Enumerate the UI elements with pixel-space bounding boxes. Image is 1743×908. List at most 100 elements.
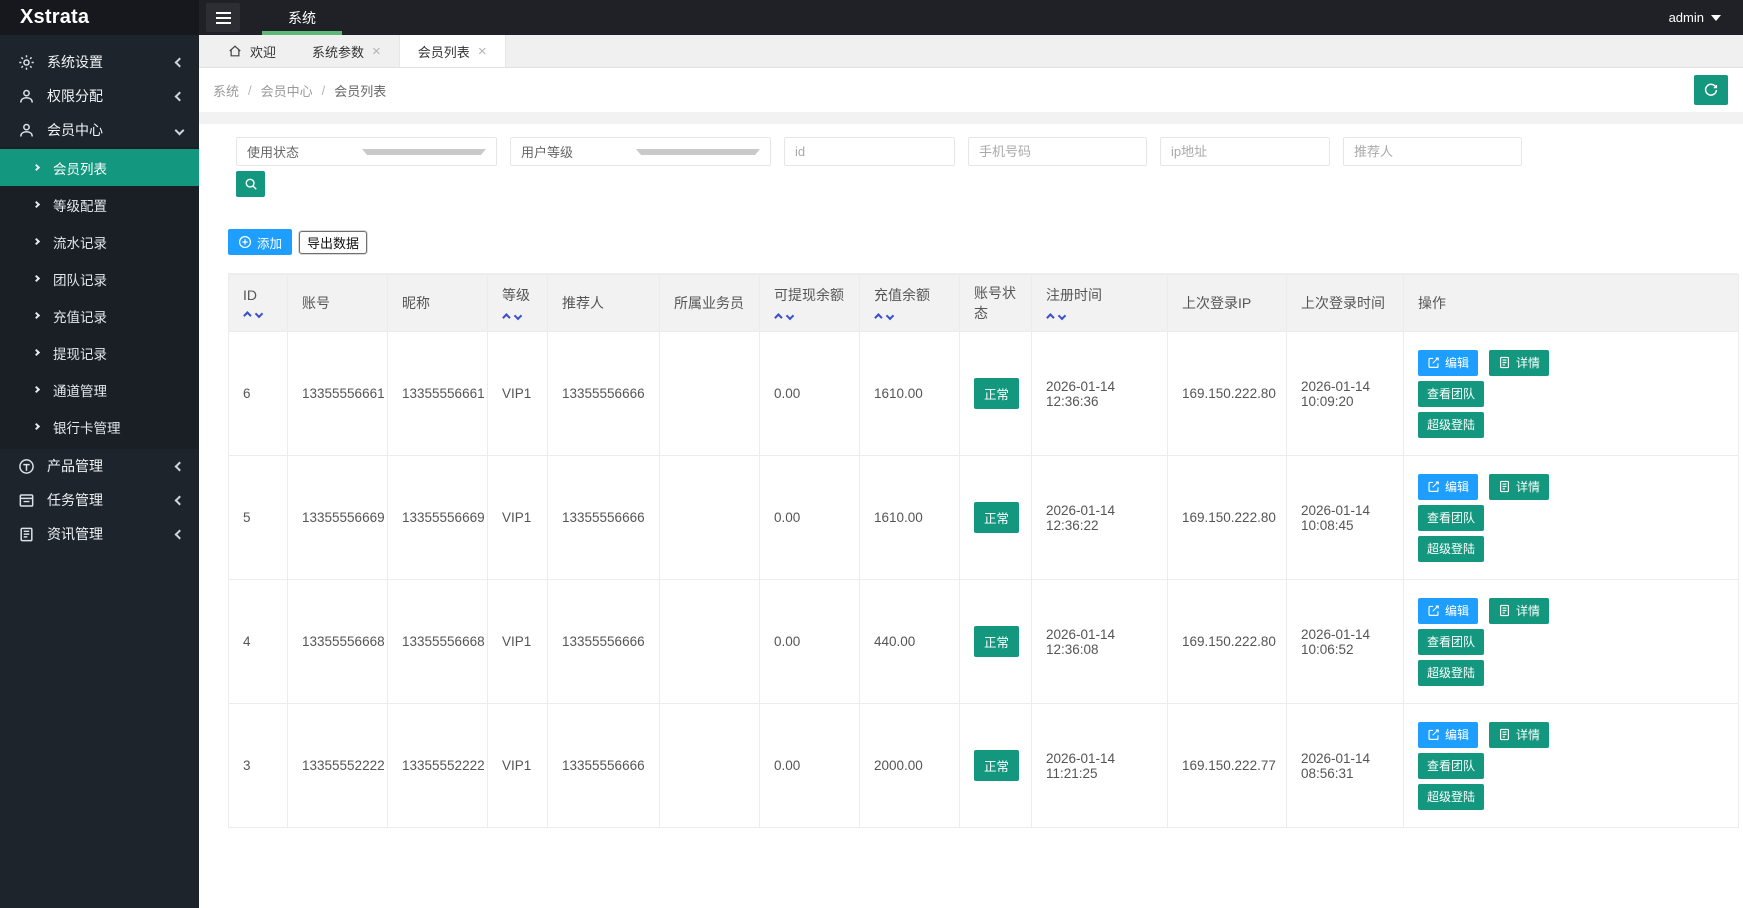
sidebar-item-member-center[interactable]: 会员中心 xyxy=(0,113,199,147)
cell-last-ip: 169.150.222.80 xyxy=(1168,580,1287,704)
sidebar-item-news-mgmt[interactable]: 资讯管理 xyxy=(0,517,199,551)
active-nav-underline xyxy=(262,31,342,35)
sidebar-subitem-flow-records[interactable]: 流水记录 xyxy=(0,223,199,260)
detail-button-label: 详情 xyxy=(1516,354,1540,371)
detail-button[interactable]: 详情 xyxy=(1489,598,1549,624)
close-icon[interactable]: × xyxy=(478,44,487,59)
topnav-item-system[interactable]: 系统 xyxy=(262,0,342,35)
view-team-button[interactable]: 查看团队 xyxy=(1418,753,1484,779)
brand-logo: Xstrata xyxy=(0,0,199,35)
cell-status: 正常 xyxy=(960,704,1032,828)
edit-button[interactable]: 编辑 xyxy=(1418,474,1478,500)
sidebar-subitem-label: 银行卡管理 xyxy=(53,417,121,437)
chevron-down-icon xyxy=(362,149,487,155)
col-header-referrer: 推荐人 xyxy=(548,275,660,332)
cell-account: 13355556661 xyxy=(288,332,388,456)
chevron-right-icon xyxy=(33,164,40,171)
view-team-button[interactable]: 查看团队 xyxy=(1418,505,1484,531)
status-badge: 正常 xyxy=(974,502,1019,533)
sidebar-subitem-bankcard-mgmt[interactable]: 银行卡管理 xyxy=(0,408,199,445)
refresh-button[interactable] xyxy=(1694,75,1728,105)
chevron-down-icon xyxy=(636,149,761,155)
main-area: 系统 admin 欢迎 系统参数 × xyxy=(199,0,1743,908)
username-label: admin xyxy=(1669,10,1704,25)
view-team-button[interactable]: 查看团队 xyxy=(1418,381,1484,407)
tab-system-params[interactable]: 系统参数 × xyxy=(294,35,399,67)
edit-button[interactable]: 编辑 xyxy=(1418,722,1478,748)
sidebar-item-task-mgmt[interactable]: 任务管理 xyxy=(0,483,199,517)
sort-asc-icon[interactable] xyxy=(502,313,510,321)
col-header-last-ip: 上次登录IP xyxy=(1168,275,1287,332)
phone-input[interactable] xyxy=(968,137,1147,166)
sidebar-item-label: 系统设置 xyxy=(47,52,176,72)
detail-button[interactable]: 详情 xyxy=(1489,722,1549,748)
sidebar-toggle-button[interactable] xyxy=(206,3,240,32)
close-icon[interactable]: × xyxy=(372,44,381,59)
cell-status: 正常 xyxy=(960,332,1032,456)
detail-button[interactable]: 详情 xyxy=(1489,350,1549,376)
breadcrumb-item: 会员中心 xyxy=(261,81,313,100)
sort-desc-icon[interactable] xyxy=(786,312,794,320)
sidebar-item-product-mgmt[interactable]: 产品管理 xyxy=(0,449,199,483)
chevron-right-icon xyxy=(33,312,40,319)
search-button[interactable] xyxy=(236,171,265,197)
sidebar-subitem-level-config[interactable]: 等级配置 xyxy=(0,186,199,223)
sidebar-subitem-label: 团队记录 xyxy=(53,269,107,289)
referrer-input[interactable] xyxy=(1343,137,1522,166)
tab-member-list[interactable]: 会员列表 × xyxy=(399,35,506,67)
sidebar-item-label: 会员中心 xyxy=(47,120,176,140)
edit-button[interactable]: 编辑 xyxy=(1418,598,1478,624)
ip-input[interactable] xyxy=(1160,137,1330,166)
col-header-nickname: 昵称 xyxy=(388,275,488,332)
detail-button-label: 详情 xyxy=(1516,726,1540,743)
sidebar-item-permission-assign[interactable]: 权限分配 xyxy=(0,79,199,113)
sidebar-subitem-member-list[interactable]: 会员列表 xyxy=(0,149,199,186)
content-divider xyxy=(199,112,1743,124)
detail-button[interactable]: 详情 xyxy=(1489,474,1549,500)
cell-id: 6 xyxy=(229,332,288,456)
sort-desc-icon[interactable] xyxy=(514,312,522,320)
sort-desc-icon[interactable] xyxy=(886,312,894,320)
cell-nickname: 13355556669 xyxy=(388,456,488,580)
sidebar-item-system-settings[interactable]: 系统设置 xyxy=(0,45,199,79)
sidebar-subitem-channel-mgmt[interactable]: 通道管理 xyxy=(0,371,199,408)
cell-withdrawable: 0.00 xyxy=(760,456,860,580)
tab-label: 欢迎 xyxy=(250,42,276,61)
cell-recharge: 440.00 xyxy=(860,580,960,704)
super-login-button[interactable]: 超级登陆 xyxy=(1418,412,1484,438)
id-input[interactable] xyxy=(784,137,955,166)
cell-level: VIP1 xyxy=(488,580,548,704)
sort-asc-icon[interactable] xyxy=(874,313,882,321)
cell-salesman xyxy=(660,580,760,704)
cell-level: VIP1 xyxy=(488,704,548,828)
super-login-button[interactable]: 超级登陆 xyxy=(1418,660,1484,686)
super-login-button[interactable]: 超级登陆 xyxy=(1418,784,1484,810)
super-login-button[interactable]: 超级登陆 xyxy=(1418,536,1484,562)
sidebar-subitem-withdraw-records[interactable]: 提现记录 xyxy=(0,334,199,371)
status-select[interactable]: 使用状态 xyxy=(236,137,497,166)
sort-asc-icon[interactable] xyxy=(774,313,782,321)
sidebar-item-label: 任务管理 xyxy=(47,490,176,510)
export-data-button[interactable]: 导出数据 xyxy=(299,231,367,254)
view-team-button[interactable]: 查看团队 xyxy=(1418,629,1484,655)
sort-desc-icon[interactable] xyxy=(255,310,263,318)
tab-welcome[interactable]: 欢迎 xyxy=(210,35,294,67)
breadcrumb-separator: / xyxy=(248,83,252,98)
sidebar-subitem-recharge-records[interactable]: 充值记录 xyxy=(0,297,199,334)
sort-asc-icon[interactable] xyxy=(1046,313,1054,321)
cell-referrer: 13355556666 xyxy=(548,332,660,456)
cell-reg-time: 2026-01-14 12:36:08 xyxy=(1032,580,1168,704)
col-header-reg-time: 注册时间 xyxy=(1032,275,1168,332)
level-select[interactable]: 用户等级 xyxy=(510,137,771,166)
top-bar: 系统 admin xyxy=(199,0,1743,35)
sort-asc-icon[interactable] xyxy=(243,311,251,319)
user-menu[interactable]: admin xyxy=(1669,10,1743,25)
add-button[interactable]: 添加 xyxy=(228,229,292,255)
sort-desc-icon[interactable] xyxy=(1058,312,1066,320)
sidebar-subitem-label: 等级配置 xyxy=(53,195,107,215)
cell-account: 13355556669 xyxy=(288,456,388,580)
edit-button[interactable]: 编辑 xyxy=(1418,350,1478,376)
cell-actions: 编辑 详情 查看团队 超级登陆 xyxy=(1404,332,1739,456)
tab-label: 系统参数 xyxy=(312,42,364,61)
sidebar-subitem-team-records[interactable]: 团队记录 xyxy=(0,260,199,297)
